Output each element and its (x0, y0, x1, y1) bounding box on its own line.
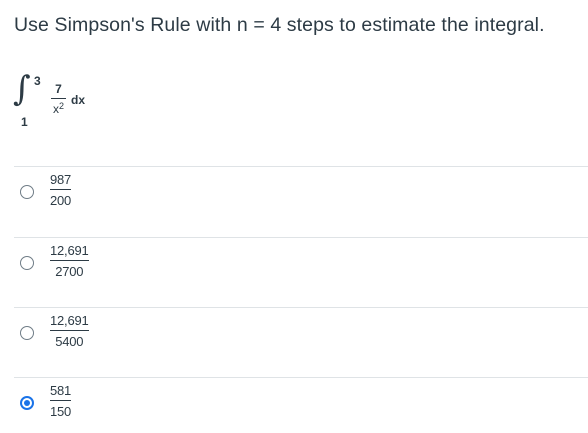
answer-numerator: 12,691 (50, 313, 89, 328)
question-text: Use Simpson's Rule with n = 4 steps to e… (14, 14, 545, 36)
answer-fraction: 12,691 2700 (50, 243, 89, 279)
integral-differential: dx (71, 93, 86, 107)
radio-button[interactable] (20, 326, 34, 340)
integrand-numerator: 7 (55, 82, 62, 96)
fraction-bar (50, 400, 72, 401)
integrand-denominator: x2 (51, 100, 66, 115)
answer-numerator: 987 (50, 172, 72, 187)
integral-lower-limit: 1 (21, 115, 28, 129)
radio-button[interactable] (20, 185, 34, 199)
integrand-fraction: 7 x2 (51, 83, 66, 115)
answer-option-4[interactable]: 581 150 (20, 383, 220, 433)
answer-option-2[interactable]: 12,691 2700 (20, 243, 220, 293)
fraction-bar (50, 330, 89, 331)
divider (14, 166, 588, 167)
answer-denominator: 150 (50, 404, 72, 419)
integral-upper-limit: 3 (34, 74, 41, 88)
answer-denominator: 2700 (55, 264, 84, 279)
answer-fraction: 581 150 (50, 383, 71, 419)
answer-numerator: 581 (50, 383, 72, 398)
divider (14, 307, 588, 308)
answer-numerator: 12,691 (50, 243, 89, 258)
divider (14, 237, 588, 238)
answer-option-3[interactable]: 12,691 5400 (20, 313, 220, 363)
fraction-bar (50, 189, 72, 190)
integral-sign-icon: ∫ (13, 69, 31, 109)
answer-fraction: 12,691 5400 (50, 313, 89, 349)
radio-button-selected[interactable] (20, 396, 34, 410)
denominator-exponent: 2 (58, 101, 64, 111)
fraction-bar (51, 98, 66, 99)
radio-button[interactable] (20, 256, 34, 270)
fraction-bar (50, 260, 89, 261)
divider (14, 377, 588, 378)
answer-option-1[interactable]: 987 200 (20, 172, 220, 222)
answer-denominator: 200 (50, 193, 72, 208)
answer-denominator: 5400 (55, 334, 84, 349)
integral-expression: ∫ 3 1 7 x2 dx (13, 72, 133, 132)
answer-fraction: 987 200 (50, 172, 71, 208)
